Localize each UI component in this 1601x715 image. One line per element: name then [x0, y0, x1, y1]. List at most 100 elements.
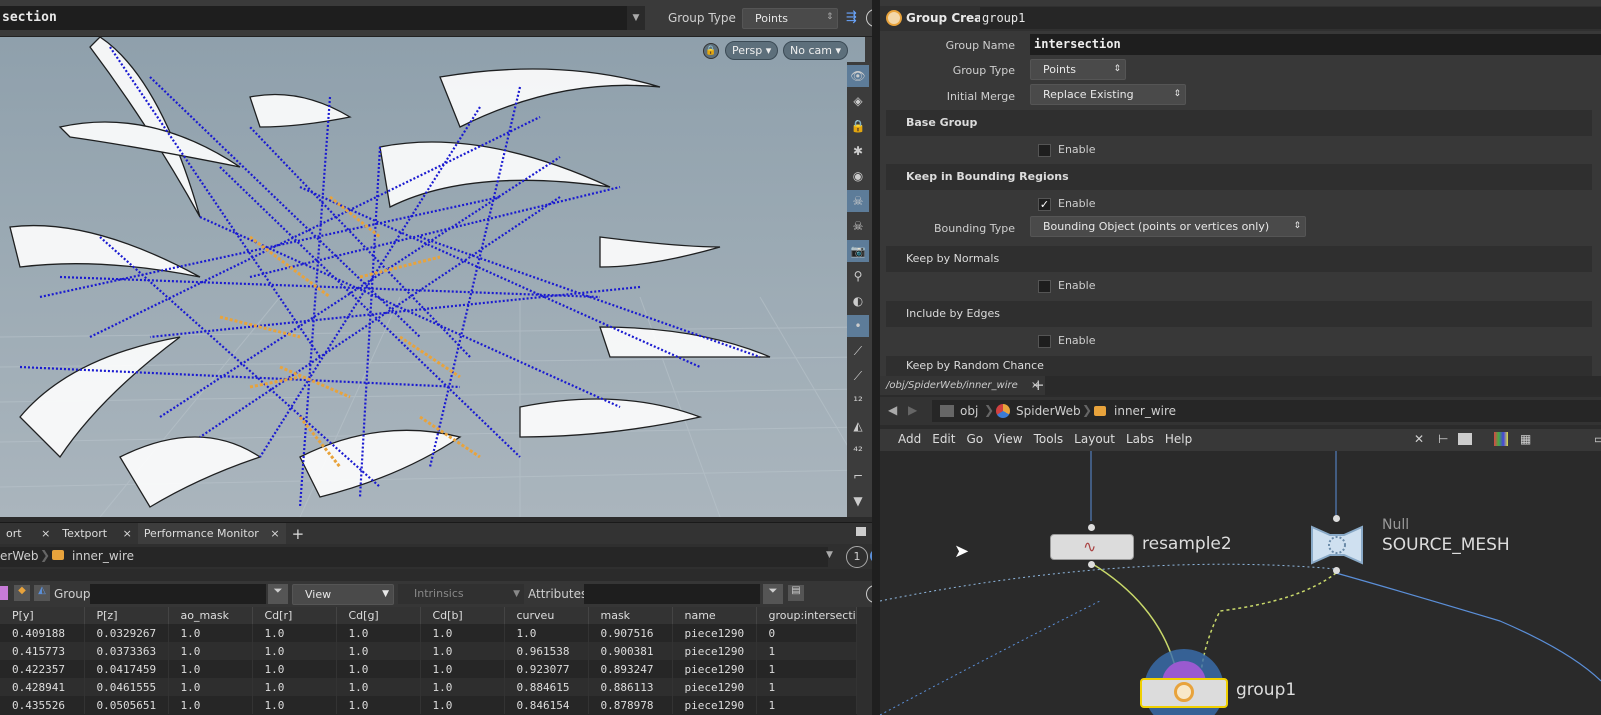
table-row[interactable]: 0.428941 0.0461555 1.0 1.0 1.0 1.0 0.884615 0.8… — [0, 678, 857, 696]
page-number-badge[interactable]: 1 — [846, 546, 868, 568]
column-header[interactable]: Cd[r] — [252, 607, 337, 624]
columns-icon[interactable]: ▤ — [788, 585, 804, 601]
table-row[interactable]: 0.435526 0.0505651 1.0 1.0 1.0 1.0 0.846154 0.8… — [0, 696, 857, 714]
add-tab-icon[interactable]: + — [1032, 376, 1045, 394]
point-display-icon[interactable]: • — [847, 315, 869, 337]
render-icon[interactable]: ◐ — [847, 290, 869, 312]
bounding-type-select[interactable]: Bounding Object (points or vertices only… — [1030, 216, 1306, 237]
breadcrumb-item[interactable]: inner_wire — [72, 549, 134, 563]
initial-merge-select[interactable]: Replace Existing ⇕ — [1030, 84, 1186, 105]
vertex-mode-icon[interactable]: ◆ — [14, 585, 30, 601]
corner-icon[interactable]: ⌐ — [847, 465, 869, 487]
column-header[interactable]: P[y] — [0, 607, 85, 624]
overflow-icon[interactable]: ▭ — [1594, 432, 1601, 446]
forward-arrow-icon[interactable]: ▶ — [908, 403, 917, 417]
resample-node[interactable]: ∿ — [1050, 534, 1134, 560]
tools-icon[interactable]: ✕ — [1414, 432, 1424, 446]
base-group-section[interactable]: Base Group — [886, 110, 1592, 136]
node-name-field[interactable]: group1 — [980, 7, 1601, 29]
persp-menu[interactable]: Persp ▾ — [725, 41, 779, 60]
eye-icon[interactable]: 👁 — [847, 65, 869, 87]
breadcrumb-item[interactable]: inner_wire — [1114, 404, 1176, 418]
keep-bounding-section[interactable]: Keep in Bounding Regions — [886, 164, 1592, 190]
close-icon[interactable]: × — [41, 527, 50, 540]
3d-viewport[interactable]: 🔒 Persp ▾ No cam ▾ — [0, 37, 865, 517]
base-group-enable-checkbox[interactable] — [1038, 144, 1051, 157]
brush-icon[interactable]: ⟋ — [847, 340, 869, 362]
menu-item-edit[interactable]: Edit — [932, 432, 955, 446]
tab-viewport[interactable]: ort × — [0, 523, 56, 545]
edges-enable-checkbox[interactable] — [1038, 335, 1051, 348]
attributes-filter-input[interactable] — [584, 584, 760, 604]
tab-performance-monitor[interactable]: Performance Monitor × — [137, 523, 286, 545]
input-port[interactable] — [1088, 524, 1095, 531]
viewport-scene[interactable] — [0, 37, 865, 517]
group-node[interactable] — [1140, 678, 1228, 708]
add-tab-icon[interactable]: + — [286, 523, 311, 545]
column-header[interactable]: group:intersecti — [756, 607, 857, 624]
menu-item-layout[interactable]: Layout — [1074, 432, 1115, 446]
light-icon[interactable]: ⚲ — [847, 265, 869, 287]
scroll-down-icon[interactable]: ▼ — [847, 490, 869, 512]
skull-icon[interactable]: ☠ — [847, 190, 869, 212]
ghost-icon[interactable]: ◈ — [847, 90, 869, 112]
group-type-select[interactable]: Points — [742, 8, 838, 29]
prim-icon[interactable]: ◭ — [847, 415, 869, 437]
menu-item-view[interactable]: View — [994, 432, 1022, 446]
menu-item-labs[interactable]: Labs — [1126, 432, 1154, 446]
list-icon[interactable] — [1458, 433, 1472, 445]
lock-camera-icon[interactable]: 🔒 — [703, 43, 719, 59]
column-header[interactable]: name — [672, 607, 757, 624]
bone-icon[interactable]: ✱ — [847, 140, 869, 162]
group-filter-input[interactable] — [90, 584, 266, 604]
point-mode-icon[interactable] — [0, 586, 8, 600]
keep-random-section[interactable]: Keep by Random Chance — [886, 356, 1592, 376]
breadcrumb-item[interactable]: erWeb — [0, 549, 38, 563]
path-dropdown-icon[interactable]: ▼ — [826, 550, 833, 560]
group-type-select[interactable]: Points ⇕ — [1030, 59, 1126, 80]
null-node[interactable] — [1308, 523, 1366, 567]
camera-icon[interactable]: 📷 — [847, 240, 869, 262]
table-row[interactable]: 0.415773 0.0373363 1.0 1.0 1.0 1.0 0.961538 0.9… — [0, 642, 857, 660]
group-name-field[interactable]: intersection — [1030, 34, 1601, 55]
title-dropdown-arrow[interactable]: ▼ — [627, 6, 645, 30]
view-select[interactable]: View ▼ — [292, 584, 394, 605]
network-canvas[interactable]: ∿ resample2 Null SOURCE_MESH group1 — [880, 451, 1601, 715]
breadcrumb-item[interactable]: obj — [960, 404, 978, 418]
tab-network[interactable]: /obj/SpiderWeb/inner_wire × — [880, 376, 1046, 395]
pane-divider[interactable] — [872, 0, 880, 715]
back-arrow-icon[interactable]: ◀ — [888, 403, 897, 417]
dropper-icon[interactable]: ⟋ — [847, 365, 869, 387]
number-42-icon[interactable]: ⁴² — [847, 440, 869, 462]
column-header[interactable]: P[z] — [84, 607, 169, 624]
keep-normals-section[interactable]: Keep by Normals — [886, 246, 1592, 272]
tab-textport[interactable]: Textport × — [56, 523, 138, 545]
lock-icon[interactable]: 🔒 — [847, 115, 869, 137]
selection-mode-icon[interactable]: ⇶ — [846, 10, 857, 25]
primitive-mode-icon[interactable]: ◭ — [34, 585, 50, 601]
table-row[interactable]: 0.409188 0.0329267 1.0 1.0 1.0 1.0 1.0 0.907516… — [0, 624, 857, 642]
attr-filter-icon[interactable]: ⏷ — [763, 584, 783, 604]
menu-item-add[interactable]: Add — [898, 432, 921, 446]
close-icon[interactable]: × — [270, 527, 279, 540]
include-edges-section[interactable]: Include by Edges — [886, 301, 1592, 327]
table-row[interactable]: 0.422357 0.0417459 1.0 1.0 1.0 1.0 0.923077 0.8… — [0, 660, 857, 678]
column-header[interactable]: mask — [588, 607, 673, 624]
column-header[interactable]: Cd[b] — [420, 607, 505, 624]
intrinsics-select[interactable]: Intrinsics ▼ — [398, 584, 524, 604]
column-header[interactable]: ao_mask — [168, 607, 253, 624]
maximize-icon[interactable] — [856, 527, 866, 536]
input-port[interactable] — [1333, 515, 1340, 522]
normals-enable-checkbox[interactable] — [1038, 280, 1051, 293]
table-scrollbar[interactable] — [857, 607, 872, 715]
menu-item-go[interactable]: Go — [966, 432, 983, 446]
number-12-icon[interactable]: ¹² — [847, 390, 869, 412]
close-icon[interactable]: × — [123, 527, 132, 540]
column-header[interactable]: Cd[g] — [336, 607, 421, 624]
tree-icon[interactable]: ⊢ — [1438, 432, 1448, 446]
camera-menu[interactable]: No cam ▾ — [783, 41, 848, 60]
filter-icon[interactable]: ⏷ — [268, 584, 288, 604]
menu-item-tools[interactable]: Tools — [1034, 432, 1064, 446]
skull-alt-icon[interactable]: ☠ — [847, 215, 869, 237]
grid-icon[interactable]: ▦ — [1520, 432, 1531, 446]
